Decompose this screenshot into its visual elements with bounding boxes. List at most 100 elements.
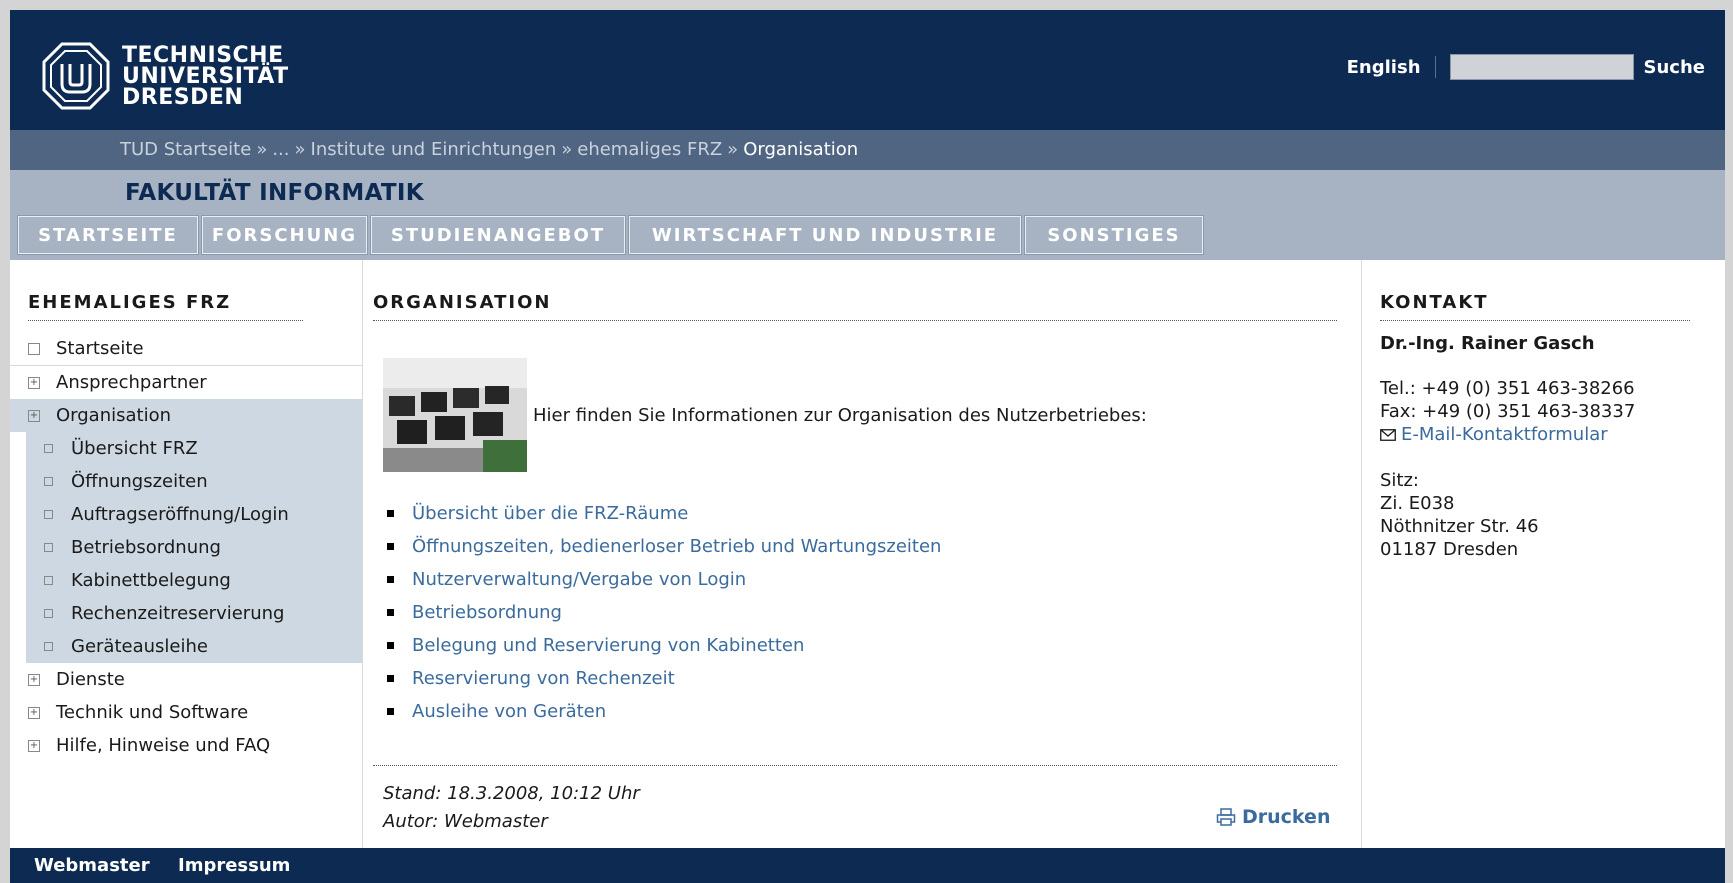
contact-fax: Fax: +49 (0) 351 463-38337 xyxy=(1380,401,1636,422)
page-square-icon xyxy=(28,342,40,355)
breadcrumb: TUD Startseite»...» Institute und Einrich… xyxy=(10,130,1725,170)
print-button[interactable]: Drucken xyxy=(1216,806,1330,828)
right-sidebar: KONTAKT Dr.-Ing. Rainer Gasch Tel.: +49 … xyxy=(1361,260,1725,848)
sidebar-item-label: Ansprechpartner xyxy=(56,372,207,393)
print-label: Drucken xyxy=(1242,806,1331,828)
bullet-square-icon xyxy=(387,609,394,616)
breadcrumb-separator: » xyxy=(256,139,268,160)
list-item: Übersicht über die FRZ-Räume xyxy=(383,497,941,530)
tud-logo[interactable]: TECHNISCHE UNIVERSITÄT DRESDEN xyxy=(40,40,289,112)
link-geraeteausleihe[interactable]: Ausleihe von Geräten xyxy=(412,701,606,722)
logo-wordmark: TECHNISCHE UNIVERSITÄT DRESDEN xyxy=(122,42,289,110)
breadcrumb-link-frz[interactable]: ehemaliges FRZ xyxy=(577,139,722,160)
breadcrumb-separator: » xyxy=(294,139,306,160)
list-item: Nutzerverwaltung/Vergabe von Login xyxy=(383,563,941,596)
breadcrumb-link-institute[interactable]: Institute und Einrichtungen xyxy=(311,139,557,160)
site-footer: Webmaster Impressum xyxy=(10,848,1725,883)
link-kabinette[interactable]: Belegung und Reservierung von Kabinetten xyxy=(412,635,804,656)
faculty-band: FAKULTÄT INFORMATIK STARTSEITE FORSCHUNG… xyxy=(10,170,1725,260)
english-link[interactable]: English xyxy=(1347,57,1421,78)
nav-startseite[interactable]: STARTSEITE xyxy=(17,215,199,255)
sidebar-item-label: Organisation xyxy=(56,405,172,426)
contact-block: Dr.-Ing. Rainer Gasch Tel.: +49 (0) 351 … xyxy=(1380,332,1700,561)
stand-date: Stand: 18.3.2008, 10:12 Uhr xyxy=(383,783,640,804)
sidebar-item-startseite[interactable]: Startseite xyxy=(10,332,362,366)
page: TECHNISCHE UNIVERSITÄT DRESDEN English S… xyxy=(10,10,1725,883)
page-square-icon xyxy=(44,543,53,552)
link-rechenzeit[interactable]: Reservierung von Rechenzeit xyxy=(412,668,675,689)
sidebar-item-label: Übersicht FRZ xyxy=(71,438,198,459)
bullet-square-icon xyxy=(387,576,394,583)
page-title: ORGANISATION xyxy=(373,292,1337,321)
logo-line-1: TECHNISCHE xyxy=(122,42,284,68)
header-tools: English Suche xyxy=(1347,54,1705,80)
footer-webmaster-link[interactable]: Webmaster xyxy=(34,855,150,876)
organisation-link-list: Übersicht über die FRZ-Räume Öffnungszei… xyxy=(383,497,941,728)
sidebar-item-label: Kabinettbelegung xyxy=(71,570,231,591)
search-button[interactable]: Suche xyxy=(1644,57,1705,78)
faculty-title[interactable]: FAKULTÄT INFORMATIK xyxy=(125,180,424,206)
sidebar-subitem-auftragseroeffnung[interactable]: Auftragseröffnung/Login xyxy=(26,498,362,531)
list-item: Reservierung von Rechenzeit xyxy=(383,662,941,695)
printer-icon xyxy=(1216,808,1236,826)
breadcrumb-link-ellipsis[interactable]: ... xyxy=(272,139,289,160)
link-oeffnungszeiten[interactable]: Öffnungszeiten, bedienerloser Betrieb un… xyxy=(412,536,941,557)
breadcrumb-separator: » xyxy=(561,139,573,160)
email-contact-link[interactable]: E-Mail-Kontaktformular xyxy=(1401,423,1608,446)
tud-emblem-icon xyxy=(42,42,110,110)
sidebar-subitem-geraeteausleihe[interactable]: Geräteausleihe xyxy=(26,630,362,663)
footer-impressum-link[interactable]: Impressum xyxy=(178,855,290,876)
page-meta: Stand: 18.3.2008, 10:12 Uhr Autor: Webma… xyxy=(383,780,640,836)
intro-text: Hier finden Sie Informationen zur Organi… xyxy=(533,404,1147,426)
sidebar-item-label: Geräteausleihe xyxy=(71,636,208,657)
expand-plus-icon[interactable]: + xyxy=(28,706,40,719)
sidebar-item-dienste[interactable]: + Dienste xyxy=(10,663,362,696)
list-item: Öffnungszeiten, bedienerloser Betrieb un… xyxy=(383,530,941,563)
breadcrumb-current: Organisation xyxy=(743,139,859,160)
sidebar-subitem-betriebsordnung[interactable]: Betriebsordnung xyxy=(26,531,362,564)
link-uebersicht-raeume[interactable]: Übersicht über die FRZ-Räume xyxy=(412,503,688,524)
nav-studienangebot[interactable]: STUDIENANGEBOT xyxy=(370,215,626,255)
sidebar-subitem-uebersicht-frz[interactable]: Übersicht FRZ xyxy=(26,432,362,465)
nav-forschung[interactable]: FORSCHUNG xyxy=(201,215,368,255)
page-square-icon xyxy=(44,576,53,585)
sidebar-item-hilfe-hinweise-faq[interactable]: + Hilfe, Hinweise und FAQ xyxy=(10,729,362,762)
sidebar-subitem-kabinettbelegung[interactable]: Kabinettbelegung xyxy=(26,564,362,597)
bullet-square-icon xyxy=(387,543,394,550)
sidebar-item-ansprechpartner[interactable]: + Ansprechpartner xyxy=(10,366,362,399)
breadcrumb-separator: » xyxy=(727,139,739,160)
author: Autor: Webmaster xyxy=(383,811,548,832)
expand-plus-icon[interactable]: + xyxy=(28,376,40,389)
contact-sitz-label: Sitz: xyxy=(1380,470,1419,491)
sidebar-subitem-rechenzeitreservierung[interactable]: Rechenzeitreservierung xyxy=(26,597,362,630)
expand-plus-icon[interactable]: + xyxy=(28,673,40,686)
logo-line-3: DRESDEN xyxy=(122,84,244,110)
sidebar-item-label: Hilfe, Hinweise und FAQ xyxy=(56,735,271,756)
sidebar-item-organisation[interactable]: + Organisation xyxy=(10,399,362,432)
intro-block: Hier finden Sie Informationen zur Organi… xyxy=(383,358,1147,472)
logo-line-2: UNIVERSITÄT xyxy=(122,63,289,89)
page-square-icon xyxy=(44,510,53,519)
bullet-square-icon xyxy=(387,510,394,517)
link-betriebsordnung[interactable]: Betriebsordnung xyxy=(412,602,562,623)
list-item: Belegung und Reservierung von Kabinetten xyxy=(383,629,941,662)
link-nutzerverwaltung[interactable]: Nutzerverwaltung/Vergabe von Login xyxy=(412,569,746,590)
search-input[interactable] xyxy=(1449,54,1634,80)
contact-city: 01187 Dresden xyxy=(1380,539,1519,560)
main-content: ORGANISATION Hier finden Sie Information… xyxy=(363,260,1361,848)
bullet-square-icon xyxy=(387,675,394,682)
bullet-square-icon xyxy=(387,708,394,715)
sidebar-item-label: Startseite xyxy=(56,338,144,359)
contact-room: Zi. E038 xyxy=(1380,493,1455,514)
sidebar-item-technik-und-software[interactable]: + Technik und Software xyxy=(10,696,362,729)
breadcrumb-link-home[interactable]: TUD Startseite xyxy=(120,139,251,160)
nav-wirtschaft-und-industrie[interactable]: WIRTSCHAFT UND INDUSTRIE xyxy=(628,215,1022,255)
expand-plus-icon[interactable]: + xyxy=(28,409,40,422)
page-square-icon xyxy=(44,609,53,618)
sidebar-subitem-oeffnungszeiten[interactable]: Öffnungszeiten xyxy=(26,465,362,498)
expand-plus-icon[interactable]: + xyxy=(28,739,40,752)
nav-sonstiges[interactable]: SONSTIGES xyxy=(1024,215,1204,255)
contact-street: Nöthnitzer Str. 46 xyxy=(1380,516,1539,537)
contact-email-row: E-Mail-Kontaktformular xyxy=(1380,423,1700,446)
